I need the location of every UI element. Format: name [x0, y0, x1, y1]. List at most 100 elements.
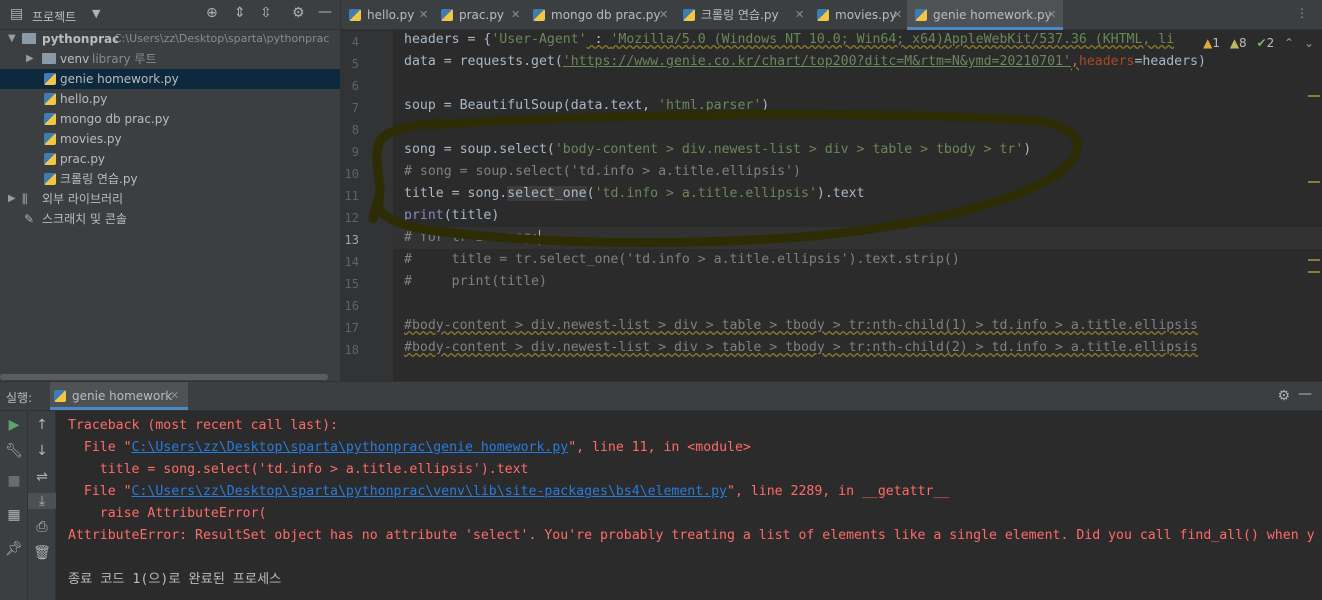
line-number: 15	[344, 277, 359, 291]
code-editor[interactable]: 4 5 6 7 8 9 10 11 12 13 14 15 16 17 18 h…	[341, 31, 1322, 381]
print-icon[interactable]: ⎙	[28, 519, 56, 535]
python-file-icon	[44, 153, 56, 165]
python-file-icon	[441, 9, 453, 21]
project-panel-title[interactable]: 프로젝트	[32, 8, 76, 25]
tree-item-venv[interactable]: ▶ venv library 루트	[0, 49, 340, 69]
python-file-icon	[44, 93, 56, 105]
console-line: File "C:\Users\zz\Desktop\sparta\pythonp…	[68, 484, 950, 499]
tree-item-file[interactable]: mongo db prac.py	[0, 109, 340, 129]
soft-wrap-icon[interactable]: ⇌	[28, 469, 56, 485]
arrow-up-icon[interactable]: ↑	[28, 417, 56, 433]
file-link[interactable]: C:\Users\zz\Desktop\sparta\pythonprac\ge…	[132, 440, 569, 455]
tab-movies[interactable]: movies.py ✕	[809, 0, 907, 30]
inspection-widget[interactable]: ▲1 ▲8 ✔2 ⌃ ⌄	[1203, 34, 1314, 52]
run-console[interactable]: Traceback (most recent call last): File …	[57, 411, 1322, 600]
error-stripe[interactable]	[1308, 31, 1322, 381]
gear-icon[interactable]: ⚙	[292, 5, 305, 21]
file-name: movies.py	[60, 132, 122, 146]
tab-label: prac.py	[459, 8, 505, 22]
chevron-up-icon[interactable]: ⌃	[1284, 34, 1294, 52]
close-icon[interactable]: ✕	[659, 0, 668, 30]
python-file-icon	[44, 73, 56, 85]
collapse-all-icon[interactable]: ⇳	[260, 5, 272, 21]
editor-tabs: hello.py ✕ prac.py ✕ mongo db prac.py ✕ …	[341, 0, 1322, 30]
typo-icon: ✔	[1256, 36, 1267, 50]
line-number: 17	[344, 321, 359, 335]
file-name: 크롤링 연습.py	[60, 172, 138, 186]
scratches-icon: ✎	[24, 212, 35, 226]
tab-hello[interactable]: hello.py ✕	[341, 0, 433, 30]
minimize-icon[interactable]: —	[318, 4, 332, 20]
rerun-icon[interactable]: ▶	[0, 417, 28, 433]
python-file-icon	[817, 9, 829, 21]
locate-file-icon[interactable]: ⊕	[206, 5, 218, 21]
close-icon[interactable]: ✕	[795, 0, 804, 30]
minimize-icon[interactable]: —	[1298, 386, 1312, 402]
vertical-scrollbar[interactable]	[1308, 421, 1322, 600]
chevron-down-icon[interactable]: ▼	[8, 29, 16, 49]
python-file-icon	[44, 173, 56, 185]
chevron-right-icon[interactable]: ▶	[8, 189, 16, 209]
file-link[interactable]: C:\Users\zz\Desktop\sparta\pythonprac\ve…	[132, 484, 727, 499]
tree-item-file[interactable]: prac.py	[0, 149, 340, 169]
tab-genie-homework[interactable]: genie homework.py ✕	[907, 0, 1063, 30]
chevron-right-icon[interactable]: ▶	[26, 49, 34, 69]
file-name: prac.py	[60, 152, 106, 166]
tab-run-genie-homework[interactable]: genie homework ✕	[50, 382, 188, 410]
root-folder-path: C:\Users\zz\Desktop\sparta\pythonprac	[114, 32, 330, 45]
chevron-down-icon[interactable]: ▼	[92, 7, 100, 20]
wrench-icon[interactable]: 🔧︎	[0, 443, 28, 459]
console-line: raise AttributeError(	[68, 506, 267, 521]
console-line: File "C:\Users\zz\Desktop\sparta\pythonp…	[68, 440, 751, 455]
code-line: # title = tr.select_one('td.info > a.tit…	[404, 252, 960, 267]
stop-icon[interactable]: ■	[0, 473, 28, 489]
tab-mongo[interactable]: mongo db prac.py ✕	[525, 0, 675, 30]
layout-icon[interactable]: ▦	[0, 507, 28, 523]
close-icon[interactable]: ✕	[511, 0, 520, 30]
run-tab-label: genie homework	[72, 389, 173, 403]
code-line: data = requests.get('https://www.genie.c…	[404, 54, 1206, 69]
code-line: #body-content > div.newest-list > div > …	[404, 340, 1198, 355]
console-line: AttributeError: ResultSet object has no …	[68, 528, 1315, 543]
tab-prac[interactable]: prac.py ✕	[433, 0, 525, 30]
arrow-down-icon[interactable]: ↓	[28, 443, 56, 459]
tab-crawling[interactable]: 크롤링 연습.py ✕	[675, 0, 809, 30]
tree-item-scratches[interactable]: ✎ 스크래치 및 콘솔	[0, 209, 340, 229]
python-file-icon	[44, 113, 56, 125]
scratches-label: 스크래치 및 콘솔	[42, 212, 127, 226]
tabs-overflow-icon[interactable]: ⋮	[1296, 6, 1308, 20]
close-icon[interactable]: ✕	[893, 0, 902, 30]
venv-folder-name: venv	[60, 52, 90, 66]
line-number: 13	[344, 233, 359, 247]
run-tool-header: 실행: genie homework ✕ ⚙ —	[0, 381, 1322, 411]
external-libraries-label: 외부 라이브러리	[42, 192, 124, 206]
expand-all-icon[interactable]: ⇕	[234, 5, 246, 21]
python-file-icon	[533, 9, 545, 21]
tree-item-file[interactable]: movies.py	[0, 129, 340, 149]
scroll-to-end-icon[interactable]: ⤓	[28, 493, 56, 509]
gear-icon[interactable]: ⚙	[1277, 388, 1290, 404]
console-toolbar: ↑ ↓ ⇌ ⤓ ⎙ 🗑︎	[28, 411, 56, 600]
pin-icon[interactable]: 📌︎	[0, 541, 28, 557]
line-number: 14	[344, 255, 359, 269]
tree-item-file[interactable]: genie homework.py	[0, 69, 340, 89]
line-number: 10	[344, 167, 359, 181]
typo-count: 2	[1266, 36, 1275, 50]
trash-icon[interactable]: 🗑︎	[28, 545, 56, 561]
venv-hint: library 루트	[92, 52, 157, 66]
tab-label: mongo db prac.py	[551, 8, 661, 22]
project-panel: ▤ 프로젝트 ▼ ⊕ ⇕ ⇳ ⚙ — ▼ pythonprac C:\Users…	[0, 0, 340, 381]
tree-item-file[interactable]: hello.py	[0, 89, 340, 109]
line-number: 6	[351, 79, 359, 93]
tree-item-file[interactable]: 크롤링 연습.py	[0, 169, 340, 189]
file-name: hello.py	[60, 92, 108, 106]
close-icon[interactable]: ✕	[170, 389, 179, 402]
tab-label: hello.py	[367, 8, 415, 22]
horizontal-scrollbar[interactable]	[0, 374, 328, 380]
tree-item-external-libraries[interactable]: ▶ ⫼ 외부 라이브러리	[0, 189, 340, 209]
tree-item-root[interactable]: ▼ pythonprac C:\Users\zz\Desktop\sparta\…	[0, 29, 340, 49]
hand-drawn-highlight	[368, 109, 1083, 248]
exit-message: 종료 코드 1(으)로 완료된 프로세스	[68, 572, 282, 587]
close-icon[interactable]: ✕	[419, 0, 428, 30]
close-icon[interactable]: ✕	[1047, 0, 1056, 30]
